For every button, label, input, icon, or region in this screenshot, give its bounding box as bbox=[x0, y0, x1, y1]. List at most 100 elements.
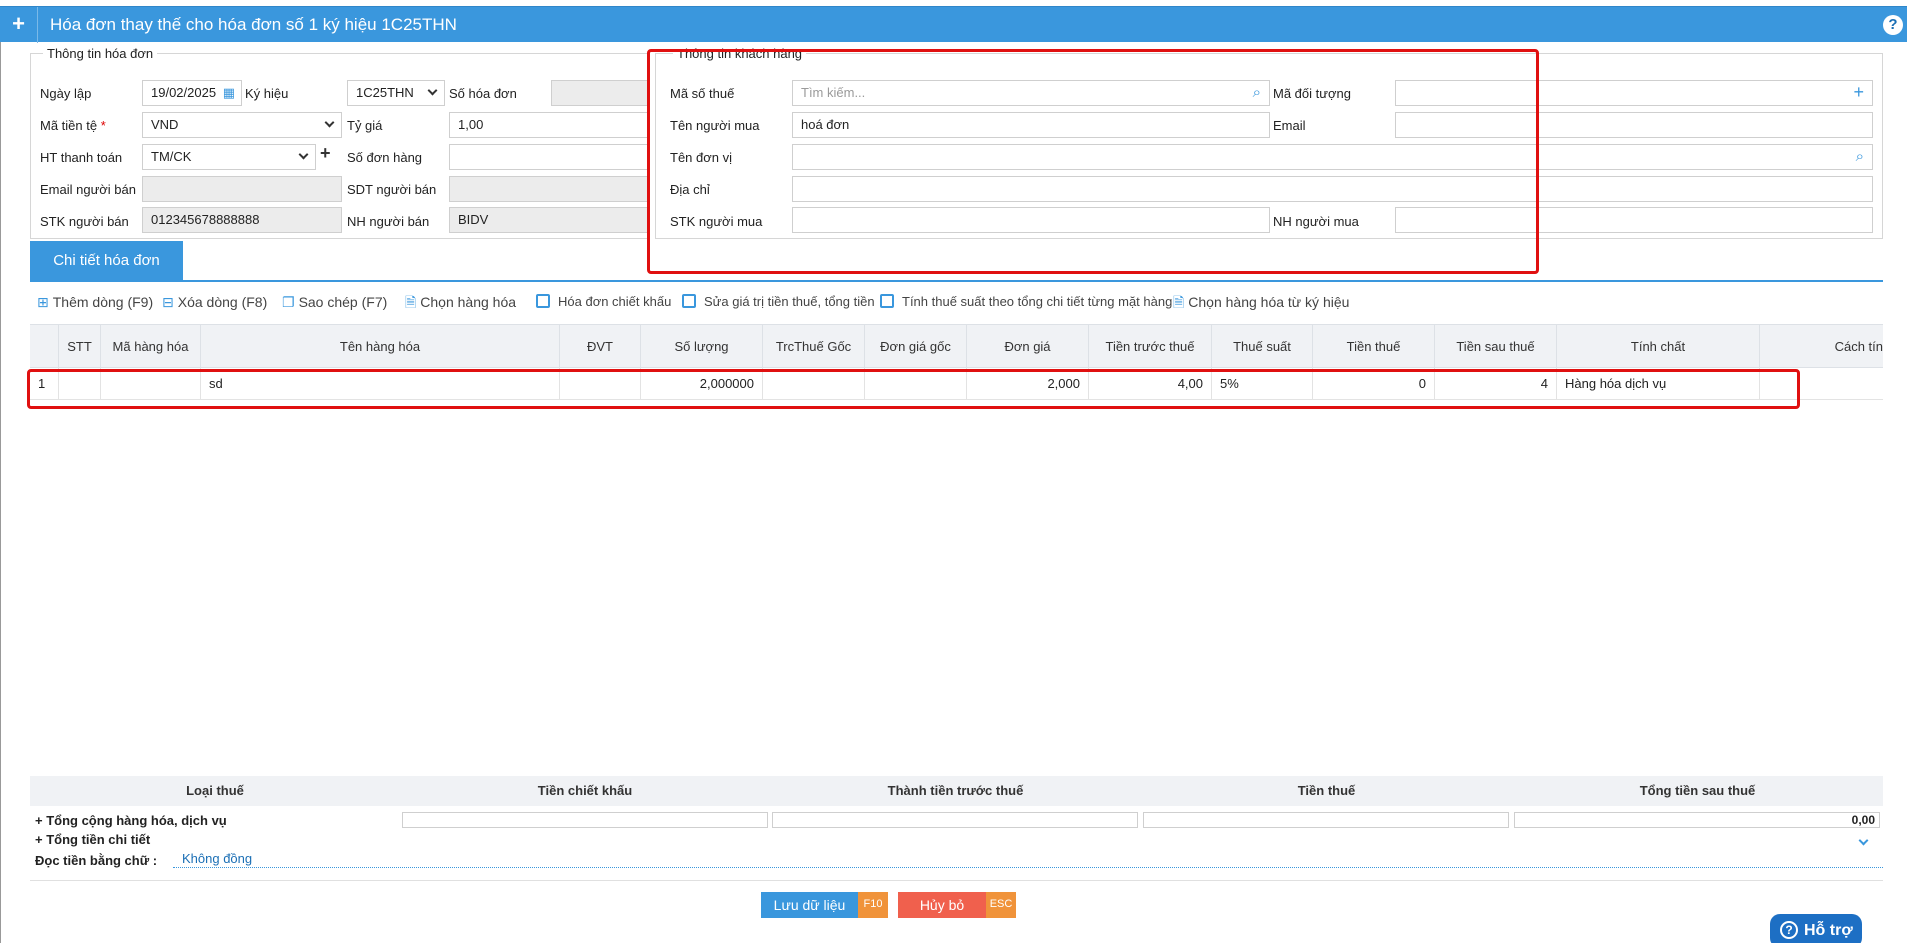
copy-button[interactable]: ❐ Sao chép (F7) bbox=[282, 293, 387, 311]
order-no-field[interactable] bbox=[449, 144, 650, 170]
summary-header: Loại thuế Tiền chiết khấu Thành tiền trư… bbox=[30, 776, 1883, 806]
copy-icon: ❐ bbox=[282, 294, 295, 310]
tab-invoice-detail[interactable]: Chi tiết hóa đơn bbox=[30, 241, 183, 281]
customer-info-highlight bbox=[647, 49, 1539, 274]
add-icon[interactable]: + bbox=[0, 7, 38, 43]
calc-tax-by-item-checkbox[interactable]: Tính thuế suất theo tổng chi tiết từng m… bbox=[880, 293, 1172, 311]
add-object-icon[interactable]: + bbox=[1853, 81, 1864, 104]
col-after-tax[interactable]: Tiền sau thuế bbox=[1435, 325, 1557, 369]
symbol-label: Ký hiệu bbox=[245, 86, 289, 101]
delete-row-label: Xóa dòng (F8) bbox=[177, 294, 268, 310]
chevron-down-icon bbox=[298, 145, 309, 166]
document-icon: 🗎 bbox=[405, 294, 417, 310]
choose-goods-button[interactable]: 🗎 Chọn hàng hóa bbox=[405, 293, 516, 311]
support-label: Hỗ trợ bbox=[1804, 922, 1853, 939]
checkbox-icon bbox=[682, 294, 696, 308]
total-detail-label[interactable]: + Tổng tiền chi tiết bbox=[35, 832, 150, 847]
calendar-icon[interactable]: ▦ bbox=[223, 81, 235, 105]
rate-field[interactable]: 1,00 bbox=[449, 112, 650, 138]
invoice-no-label: Số hóa đơn bbox=[449, 86, 517, 101]
invoice-info-legend: Thông tin hóa đơn bbox=[43, 46, 158, 61]
choose-goods-by-symbol-button[interactable]: 🗎 Chọn hàng hóa từ ký hiệu bbox=[1173, 293, 1349, 311]
seller-account-field[interactable]: 012345678888888 bbox=[142, 207, 342, 233]
col-handle bbox=[30, 325, 59, 369]
seller-email-field[interactable] bbox=[142, 176, 342, 202]
rate-value: 1,00 bbox=[458, 117, 484, 132]
col-unit-price-orig[interactable]: Đơn giá gốc bbox=[865, 325, 967, 369]
save-shortcut-badge: F10 bbox=[858, 892, 888, 918]
seller-phone-field[interactable] bbox=[449, 176, 650, 202]
total-tax-field bbox=[1143, 812, 1509, 828]
amount-in-words-row: Đọc tiền bằng chữ : bbox=[30, 853, 1883, 871]
symbol-value: 1C25THN bbox=[356, 85, 414, 100]
add-payment-icon[interactable]: + bbox=[320, 143, 331, 164]
cancel-button-label: Hủy bỏ bbox=[919, 897, 965, 913]
seller-phone-label: SDT người bán bbox=[347, 182, 437, 197]
seller-bank-value: BIDV bbox=[458, 212, 489, 227]
window-title: Hóa đơn thay thế cho hóa đơn số 1 ký hiệ… bbox=[50, 15, 457, 34]
chevron-down-icon bbox=[324, 113, 335, 134]
document-icon: 🗎 bbox=[1173, 294, 1185, 310]
total-pre-tax-field bbox=[772, 812, 1138, 828]
total-goods-row: + Tổng cộng hàng hóa, dịch vụ 0,00 bbox=[30, 811, 1883, 831]
seller-bank-field[interactable]: BIDV bbox=[449, 207, 650, 233]
order-no-label: Số đơn hàng bbox=[347, 150, 423, 165]
chevron-down-icon bbox=[427, 81, 438, 102]
col-pre-tax[interactable]: Tiền trước thuế bbox=[1089, 325, 1212, 369]
items-table-header: STT Mã hàng hóa Tên hàng hóa ĐVT Số lượn… bbox=[30, 324, 1883, 369]
col-name[interactable]: Tên hàng hóa bbox=[201, 325, 560, 369]
add-row-label: Thêm dòng (F9) bbox=[52, 294, 154, 310]
chevron-down-icon[interactable] bbox=[1858, 832, 1869, 847]
total-detail-row: + Tổng tiền chi tiết bbox=[30, 832, 1883, 850]
discount-invoice-checkbox[interactable]: Hóa đơn chiết khấu bbox=[536, 293, 671, 311]
left-border bbox=[0, 42, 1, 943]
footer-divider bbox=[30, 880, 1883, 881]
col-code[interactable]: Mã hàng hóa bbox=[101, 325, 201, 369]
col-tax-rate[interactable]: Thuế suất bbox=[1212, 325, 1313, 369]
col-unit[interactable]: ĐVT bbox=[560, 325, 641, 369]
col-pre-tax-orig[interactable]: TrcThuế Gốc bbox=[763, 325, 865, 369]
window-titlebar: + Hóa đơn thay thế cho hóa đơn số 1 ký h… bbox=[0, 6, 1907, 43]
choose-goods-by-symbol-label: Chọn hàng hóa từ ký hiệu bbox=[1188, 294, 1350, 310]
edit-tax-total-label: Sửa giá trị tiền thuế, tổng tiền bbox=[704, 294, 875, 309]
currency-label-text: Mã tiền tệ bbox=[40, 118, 98, 133]
save-button[interactable]: Lưu dữ liệu F10 bbox=[761, 892, 888, 918]
edit-tax-total-checkbox[interactable]: Sửa giá trị tiền thuế, tổng tiền bbox=[682, 293, 875, 311]
currency-select[interactable]: VND bbox=[142, 112, 342, 138]
summary-col-pre-tax: Thành tiền trước thuế bbox=[887, 783, 1024, 798]
seller-account-value: 012345678888888 bbox=[151, 212, 260, 227]
search-icon[interactable]: ⌕ bbox=[1856, 145, 1864, 169]
help-icon[interactable]: ? bbox=[1883, 15, 1903, 35]
col-quantity[interactable]: Số lượng bbox=[641, 325, 763, 369]
tab-underline bbox=[30, 280, 1883, 282]
summary-col-tax: Tiền thuế bbox=[1297, 783, 1356, 798]
date-field[interactable]: 19/02/2025 ▦ bbox=[142, 80, 242, 106]
amount-in-words-value: Không đồng bbox=[182, 851, 253, 866]
summary-col-total: Tổng tiền sau thuế bbox=[1639, 783, 1756, 798]
required-marker: * bbox=[100, 118, 106, 133]
total-goods-label[interactable]: + Tổng cộng hàng hóa, dịch vụ bbox=[35, 813, 227, 828]
minus-square-icon: ⊟ bbox=[162, 294, 174, 310]
delete-row-button[interactable]: ⊟ Xóa dòng (F8) bbox=[162, 293, 267, 311]
col-method[interactable]: Cách tín bbox=[1760, 325, 1883, 369]
col-nature[interactable]: Tính chất bbox=[1557, 325, 1760, 369]
amount-in-words-underline bbox=[173, 867, 1883, 868]
save-button-label: Lưu dữ liệu bbox=[773, 897, 846, 913]
summary-col-tax-type: Loại thuế bbox=[186, 783, 244, 798]
cancel-button[interactable]: Hủy bỏ ESC bbox=[898, 892, 1016, 918]
support-button[interactable]: ? Hỗ trợ bbox=[1770, 914, 1862, 943]
payment-label: HT thanh toán bbox=[40, 150, 123, 165]
col-tax-amount[interactable]: Tiền thuế bbox=[1313, 325, 1435, 369]
calc-tax-by-item-label: Tính thuế suất theo tổng chi tiết từng m… bbox=[902, 294, 1173, 309]
invoice-no-field[interactable] bbox=[551, 80, 650, 106]
col-stt[interactable]: STT bbox=[59, 325, 101, 369]
col-unit-price[interactable]: Đơn giá bbox=[967, 325, 1089, 369]
rate-label: Tỷ giá bbox=[347, 118, 383, 133]
add-row-button[interactable]: ⊞ Thêm dòng (F9) bbox=[37, 293, 153, 311]
checkbox-icon bbox=[880, 294, 894, 308]
discount-invoice-label: Hóa đơn chiết khấu bbox=[558, 294, 672, 309]
total-after-tax-field: 0,00 bbox=[1514, 812, 1880, 828]
payment-select[interactable]: TM/CK bbox=[142, 144, 316, 170]
date-value: 19/02/2025 bbox=[151, 85, 217, 100]
symbol-select[interactable]: 1C25THN bbox=[347, 80, 445, 106]
